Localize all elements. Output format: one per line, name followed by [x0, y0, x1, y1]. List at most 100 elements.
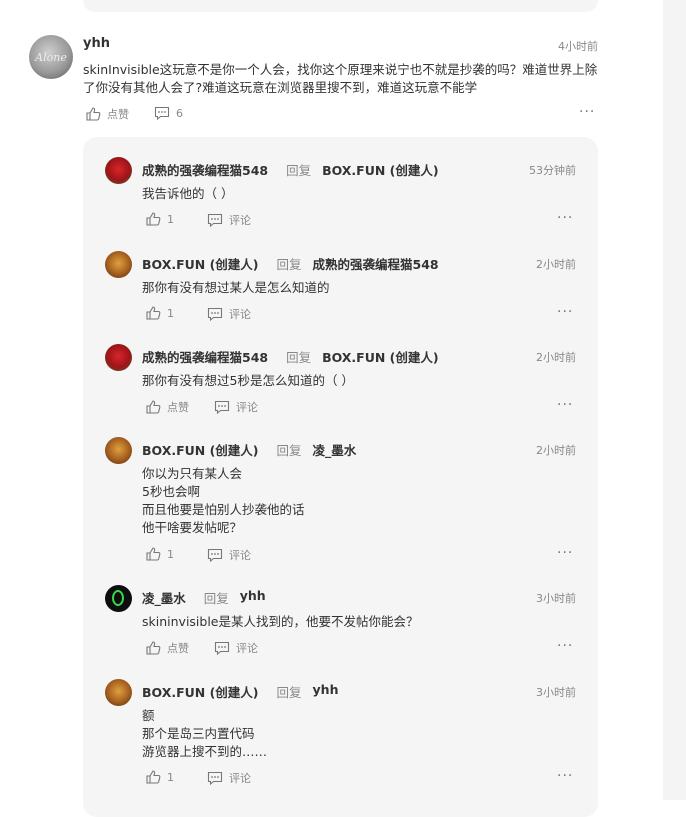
- like-button[interactable]: 点赞: [146, 640, 189, 656]
- comment-button[interactable]: 评论: [214, 640, 258, 656]
- like-count: 1: [167, 547, 174, 561]
- reply-keyword: 回复: [276, 685, 302, 700]
- thumbs-up-icon: [146, 770, 161, 784]
- comment-content-line: 了你没有其他人会了?难道这玩意在浏览器里搜不到，难道这玩意不能学: [83, 80, 478, 95]
- comment-icon: [214, 641, 230, 655]
- comment-label: 评论: [229, 549, 251, 562]
- like-count: 1: [167, 306, 174, 320]
- comment-button[interactable]: 评论: [207, 770, 251, 786]
- avatar[interactable]: [105, 344, 132, 371]
- thumbs-up-icon: [146, 212, 161, 226]
- reply-content: skininvisible是某人找到的，他要不发帖你能会？: [142, 613, 572, 631]
- reply-content: 你以为只有某人会 5秒也会啊而且他要是怕别人抄袭他的话 他干啥要发帖呢？: [142, 465, 572, 537]
- reply-author[interactable]: BOX.FUN (创建人): [142, 682, 259, 701]
- comment-author[interactable]: yhh: [83, 36, 110, 51]
- reply-keyword: 回复: [203, 591, 229, 606]
- comment-label: 评论: [229, 214, 251, 227]
- like-count: 1: [167, 212, 174, 226]
- comment-button[interactable]: 评论: [207, 306, 251, 322]
- reply-target[interactable]: BOX.FUN (创建人): [322, 347, 439, 366]
- reply-target[interactable]: 凌_墨水: [313, 440, 357, 459]
- comment-button[interactable]: 评论: [214, 399, 258, 415]
- reply-author[interactable]: BOX.FUN (创建人): [142, 440, 259, 459]
- like-count: 点赞: [167, 642, 189, 655]
- reply-content-line: 那你有没有想过某人是怎么知道的: [142, 280, 330, 295]
- reply-content-line: 那你有没有想过5秒是怎么知道的（ ）: [142, 373, 354, 388]
- more-options-button[interactable]: ···: [557, 545, 573, 561]
- reply-content: 那你有没有想过5秒是怎么知道的（ ）: [142, 372, 572, 390]
- comment-button[interactable]: 评论: [207, 547, 251, 563]
- reply-content-line: skininvisible是某人找到的，他要不发帖你能会？: [142, 614, 419, 629]
- reply-content-line: 你以为只有某人会: [142, 466, 243, 481]
- reply-keyword: 回复: [286, 350, 312, 365]
- like-count: 1: [167, 770, 174, 784]
- comment-content-line: skinInvisible这玩意不是你一个人会，找你这个原理来说宁也不就是抄袭的…: [83, 62, 598, 77]
- avatar[interactable]: [105, 437, 132, 464]
- reply-target[interactable]: yhh: [240, 588, 266, 603]
- comment-icon: [207, 548, 223, 562]
- avatar[interactable]: Alone: [29, 35, 73, 79]
- reply-author[interactable]: BOX.FUN (创建人): [142, 254, 259, 273]
- reply-keyword: 回复: [276, 443, 302, 458]
- thumbs-up-icon: [146, 400, 161, 414]
- comment-time: 4小时前: [558, 40, 598, 53]
- comment-icon: [154, 106, 170, 120]
- more-options-button[interactable]: ···: [557, 397, 573, 413]
- comment-label: 评论: [229, 308, 251, 321]
- reply-content: 那你有没有想过某人是怎么知道的: [142, 279, 572, 297]
- comment-label: 评论: [236, 642, 258, 655]
- comment-label: 评论: [236, 401, 258, 414]
- more-options-button[interactable]: ···: [557, 210, 573, 226]
- like-button[interactable]: 1: [146, 547, 174, 561]
- comment-count: 6: [176, 106, 183, 120]
- more-options-button[interactable]: ···: [557, 768, 573, 784]
- reply-content: 我告诉他的（ ）: [142, 185, 572, 203]
- more-options-button[interactable]: ···: [579, 104, 595, 120]
- comment-label: 评论: [229, 772, 251, 785]
- like-button[interactable]: 点赞: [86, 106, 129, 122]
- reply-time: 2小时前: [536, 351, 576, 364]
- more-options-button[interactable]: ···: [557, 304, 573, 320]
- reply-content-line: 5秒也会啊: [142, 484, 200, 499]
- reply-target[interactable]: BOX.FUN (创建人): [322, 160, 439, 179]
- like-count: 点赞: [167, 401, 189, 414]
- comment-content: skinInvisible这玩意不是你一个人会，找你这个原理来说宁也不就是抄袭的…: [83, 61, 603, 97]
- comment-button[interactable]: 评论: [207, 212, 251, 228]
- like-button[interactable]: 点赞: [146, 399, 189, 415]
- reply-content-line: 而且他要是怕别人抄袭他的话: [142, 502, 305, 517]
- reply-time: 2小时前: [536, 444, 576, 457]
- reply-content: 额那个是岛三内置代码 游览器上搜不到的……: [142, 707, 572, 761]
- reply-author[interactable]: 成熟的强袭编程猫548: [142, 160, 268, 179]
- like-button[interactable]: 1: [146, 770, 174, 784]
- more-options-button[interactable]: ···: [557, 638, 573, 654]
- reply-time: 3小时前: [536, 686, 576, 699]
- avatar[interactable]: [105, 251, 132, 278]
- reply-content-line: 他干啥要发帖呢？: [142, 520, 243, 535]
- reply-time: 3小时前: [536, 592, 576, 605]
- reply-content-line: 额: [142, 708, 155, 723]
- thumbs-up-icon: [146, 641, 161, 655]
- thumbs-up-icon: [146, 306, 161, 320]
- reply-author[interactable]: 凌_墨水: [142, 588, 186, 607]
- reply-target[interactable]: yhh: [313, 682, 339, 697]
- like-button[interactable]: 1: [146, 306, 174, 320]
- reply-keyword: 回复: [286, 163, 312, 178]
- reply-time: 2小时前: [536, 258, 576, 271]
- comment-icon: [207, 213, 223, 227]
- avatar[interactable]: [105, 679, 132, 706]
- reply-content-line: 那个是岛三内置代码: [142, 726, 255, 741]
- like-label: 点赞: [107, 108, 129, 121]
- right-scrollbar-gutter[interactable]: [663, 0, 686, 800]
- comment-icon: [214, 400, 230, 414]
- previous-reply-card: [83, 0, 598, 12]
- reply-time: 53分钟前: [529, 164, 576, 177]
- avatar[interactable]: [105, 157, 132, 184]
- avatar[interactable]: [105, 585, 132, 612]
- reply-content-line: 游览器上搜不到的……: [142, 744, 268, 759]
- reply-author[interactable]: 成熟的强袭编程猫548: [142, 347, 268, 366]
- thumbs-up-icon: [146, 547, 161, 561]
- like-button[interactable]: 1: [146, 212, 174, 226]
- reply-target[interactable]: 成熟的强袭编程猫548: [313, 254, 439, 273]
- comment-icon: [207, 771, 223, 785]
- comment-button[interactable]: 6: [154, 106, 183, 120]
